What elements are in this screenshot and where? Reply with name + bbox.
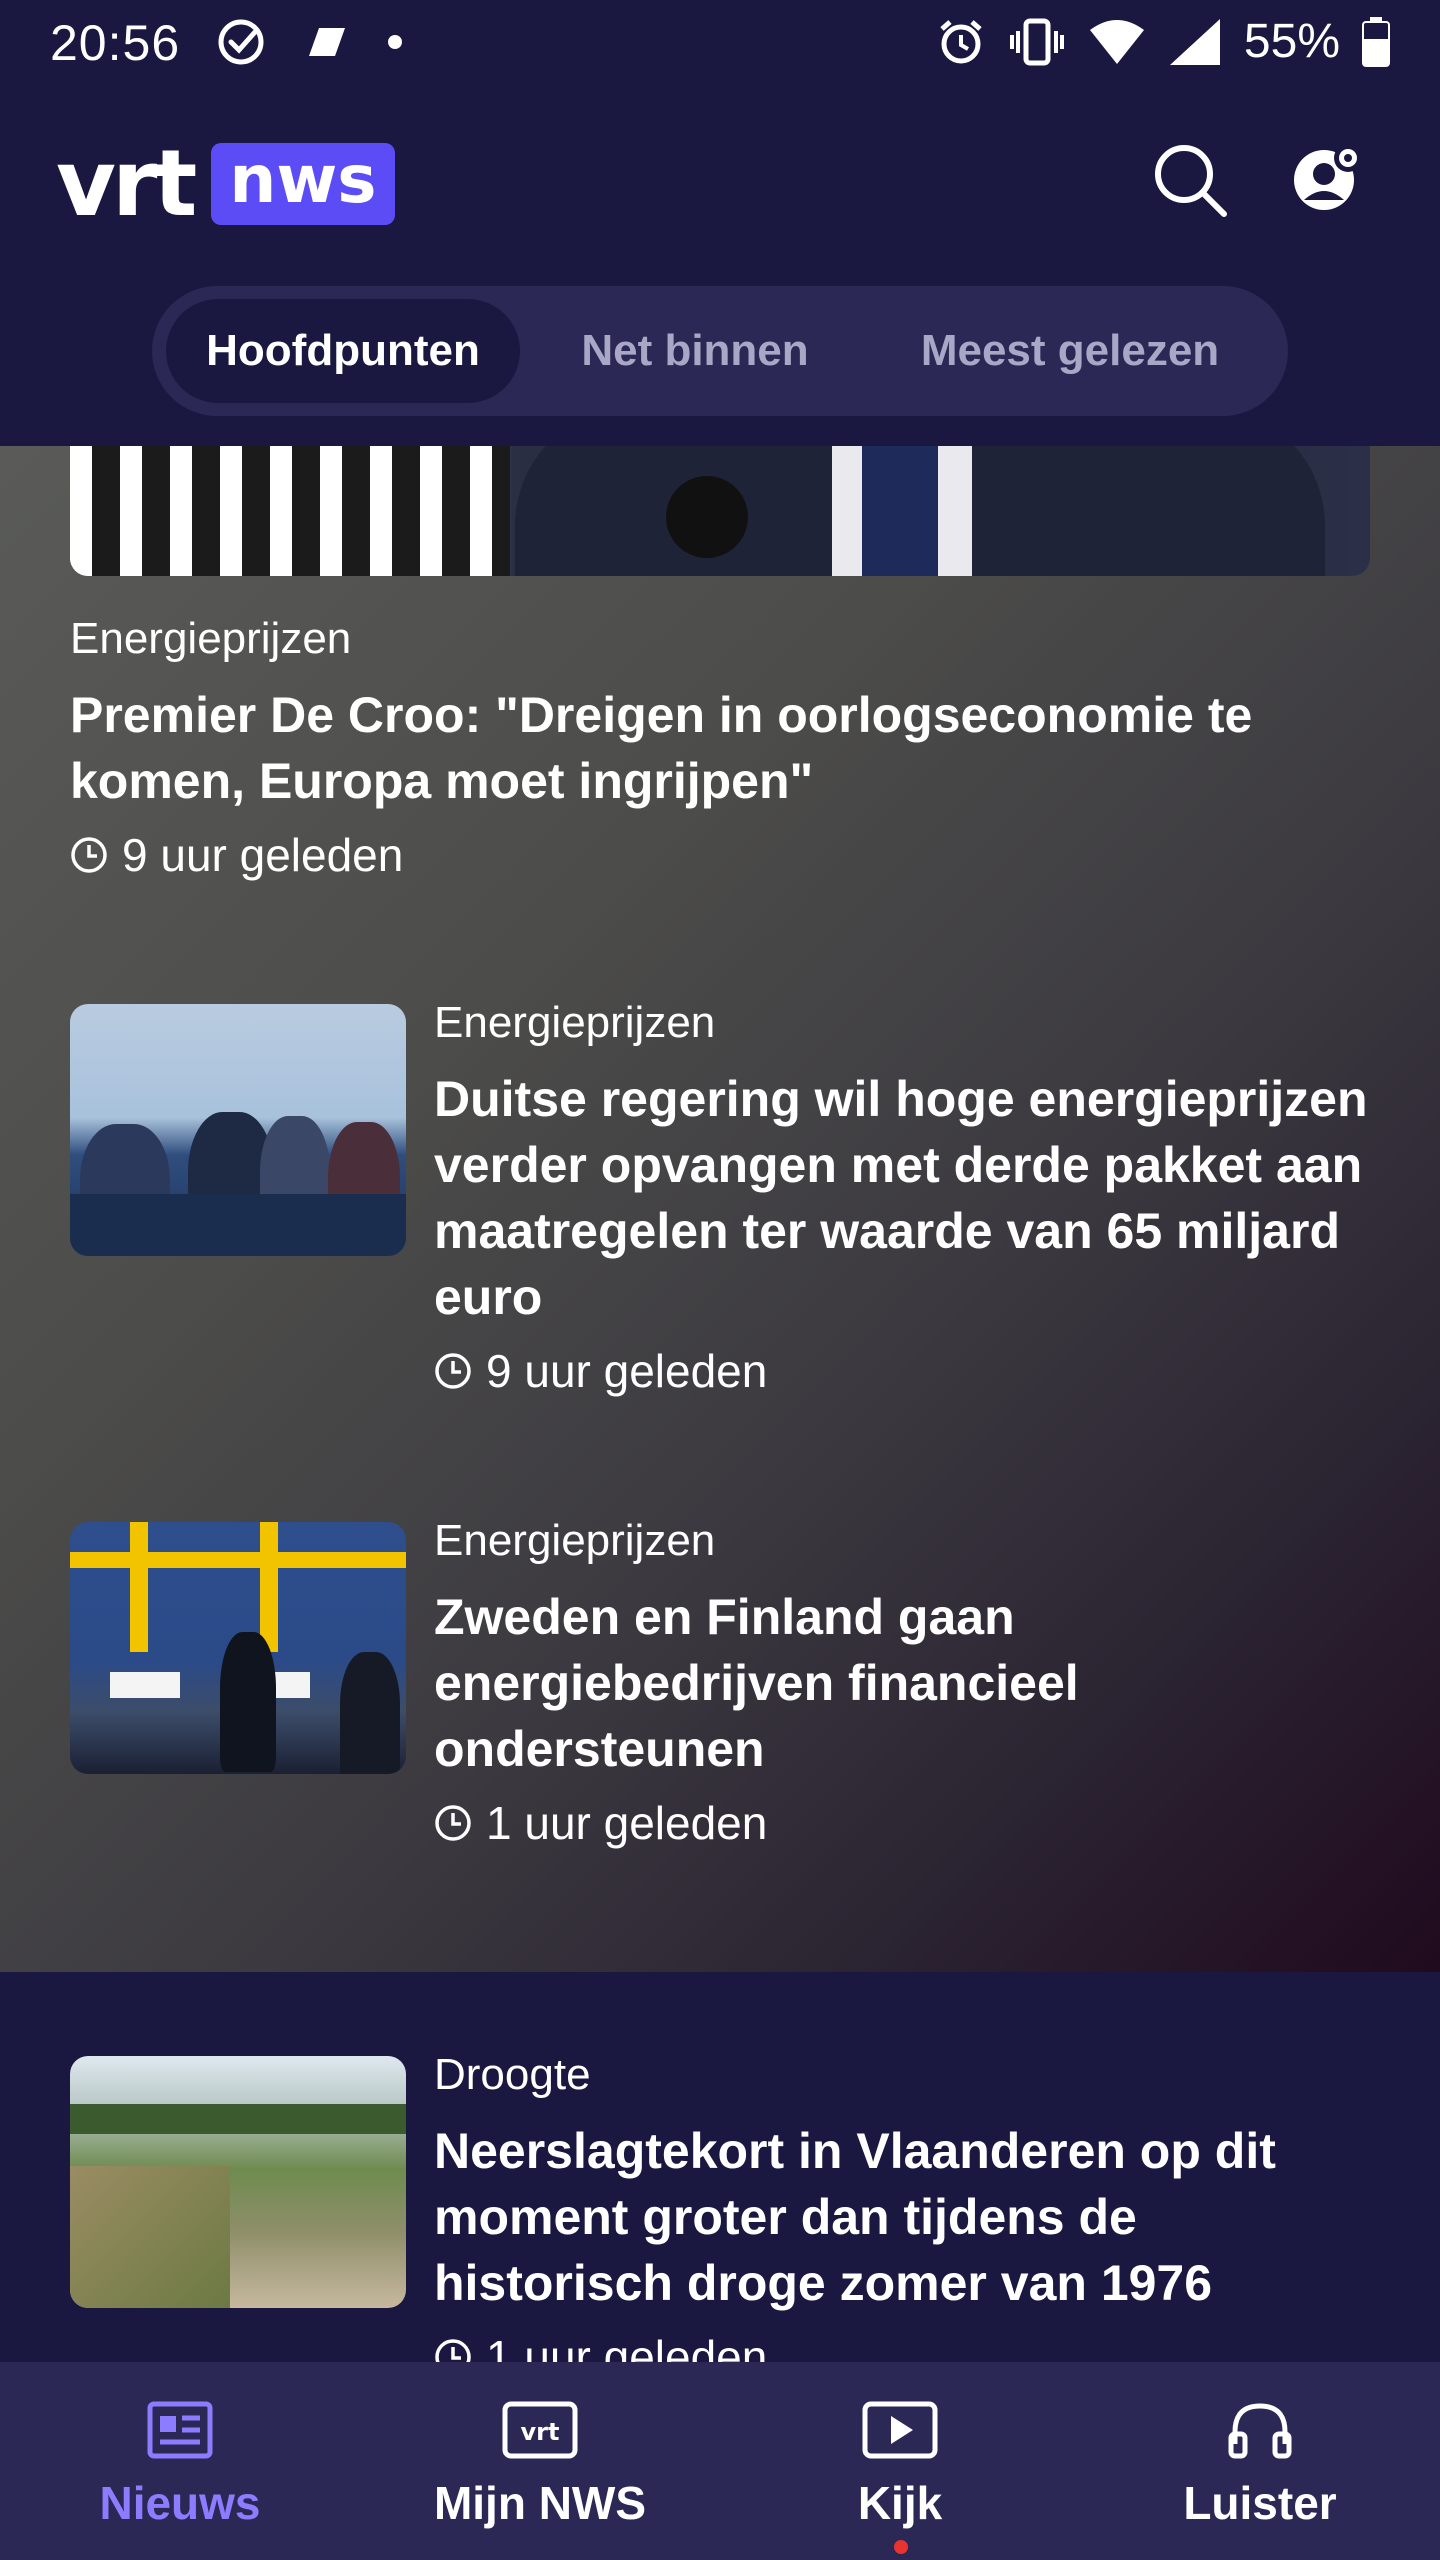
- alarm-icon: [940, 19, 982, 63]
- logo-vrt-text: vrt: [56, 130, 197, 237]
- tab-hoofdpunten[interactable]: Hoofdpunten: [166, 299, 520, 403]
- check-circle-icon: [218, 19, 264, 65]
- wifi-icon: [1089, 19, 1144, 64]
- hero-image[interactable]: [70, 446, 1370, 576]
- vrt-logo-icon: vrt: [502, 2401, 578, 2459]
- battery-percentage: 55%: [1243, 15, 1340, 68]
- dot-icon: [388, 35, 402, 49]
- nav-label: Kijk: [857, 2477, 943, 2529]
- story-thumbnail[interactable]: [70, 1004, 406, 1256]
- story-time: 9 uur geleden: [434, 1344, 1374, 1398]
- story-card[interactable]: Energieprijzen Duitse regering wil hoge …: [434, 998, 1374, 1398]
- story-time: 1 uur geleden: [434, 1796, 1374, 1850]
- story-kicker: Energieprijzen: [70, 614, 352, 663]
- app-header: vrt nws Hoofdpunten Net binnen Meest gel…: [0, 88, 1440, 446]
- status-bar: 20:56 55%: [0, 0, 1440, 88]
- search-icon[interactable]: [1150, 140, 1230, 220]
- story-time-text: 9 uur geleden: [122, 829, 404, 881]
- story-card[interactable]: Energieprijzen Premier De Croo: "Dreigen…: [70, 614, 1370, 882]
- story-title[interactable]: Premier De Croo: "Dreigen in oorlogsecon…: [70, 682, 1370, 814]
- nav-nieuws[interactable]: Nieuws: [50, 2400, 310, 2530]
- clock-icon: [435, 1805, 471, 1841]
- svg-text:vrt: vrt: [521, 2418, 560, 2446]
- story-card[interactable]: Droogte Neerslagtekort in Vlaanderen op …: [434, 2050, 1374, 2384]
- headphones-icon: [1228, 2403, 1292, 2459]
- profile-settings-icon[interactable]: [1290, 142, 1364, 216]
- story-thumbnail[interactable]: [70, 1522, 406, 1774]
- story-list: Droogte Neerslagtekort in Vlaanderen op …: [0, 1972, 1440, 2383]
- story-time-text: 1 uur geleden: [486, 1797, 768, 1849]
- notification-dot: [894, 2540, 908, 2554]
- story-title[interactable]: Zweden en Finland gaan energiebedrijven …: [434, 1584, 1374, 1782]
- story-time-text: 9 uur geleden: [486, 1345, 768, 1397]
- battery-icon: [1362, 16, 1390, 67]
- story-title[interactable]: Duitse regering wil hoge energieprijzen …: [434, 1066, 1374, 1330]
- story-kicker: Energieprijzen: [434, 998, 716, 1047]
- app-notification-icon: [309, 28, 345, 56]
- section-tabs: Hoofdpunten Net binnen Meest gelezen: [152, 286, 1288, 416]
- story-title[interactable]: Neerslagtekort in Vlaanderen op dit mome…: [434, 2118, 1374, 2316]
- vibrate-icon: [1009, 18, 1064, 65]
- newspaper-icon: [147, 2401, 213, 2459]
- signal-icon: [1169, 18, 1220, 65]
- nav-mijn-nws[interactable]: vrt Mijn NWS: [410, 2400, 670, 2530]
- story-thumbnail[interactable]: [70, 2056, 406, 2308]
- logo-nws-badge: nws: [211, 143, 395, 225]
- tab-meest-gelezen[interactable]: Meest gelezen: [870, 299, 1270, 403]
- nav-luister[interactable]: Luister: [1130, 2400, 1390, 2530]
- bottom-navigation: Nieuws vrt Mijn NWS Kijk Luister: [0, 2362, 1440, 2560]
- nav-label: Luister: [1183, 2477, 1337, 2529]
- status-system-icons: 55%: [936, 14, 1390, 69]
- status-notification-icons: [215, 16, 403, 68]
- clock-icon: [71, 837, 107, 873]
- nav-label: Mijn NWS: [433, 2477, 647, 2529]
- featured-stories-block: Energieprijzen Premier De Croo: "Dreigen…: [0, 446, 1440, 1972]
- clock-icon: [435, 1353, 471, 1389]
- story-card[interactable]: Energieprijzen Zweden en Finland gaan en…: [434, 1516, 1374, 1850]
- story-time: 9 uur geleden: [70, 828, 1370, 882]
- story-kicker: Energieprijzen: [434, 1516, 716, 1565]
- play-icon: [862, 2401, 938, 2459]
- story-kicker: Droogte: [434, 2050, 591, 2099]
- tab-net-binnen[interactable]: Net binnen: [520, 299, 870, 403]
- status-time: 20:56: [50, 15, 181, 71]
- nav-label: Nieuws: [99, 2477, 261, 2529]
- microphone: [666, 476, 748, 558]
- nav-kijk[interactable]: Kijk: [770, 2400, 1030, 2530]
- vrt-nws-logo[interactable]: vrt nws: [56, 138, 395, 230]
